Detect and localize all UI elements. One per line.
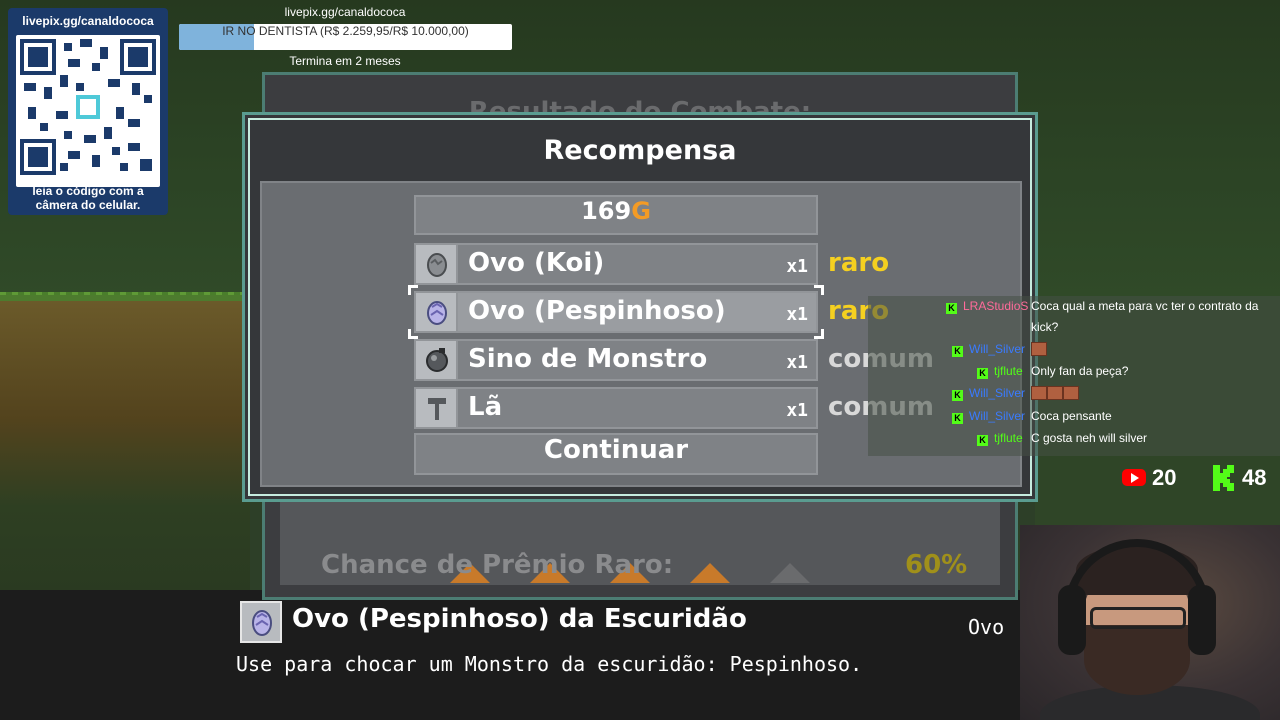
chat-message: K LRAStudioS: [946, 296, 1028, 316]
emote-icon: [1031, 386, 1047, 400]
goal-text: IR NO DENTISTA (R$ 2.259,95/R$ 10.000,00…: [222, 24, 469, 38]
goal-url: livepix.gg/canaldococa: [284, 5, 406, 19]
rank-arrow-icon: [690, 563, 730, 583]
gold-reward: 169G: [414, 195, 818, 235]
goal-progress-bar: IR NO DENTISTA (R$ 2.259,95/R$ 10.000,00…: [179, 24, 512, 50]
item-rarity: raro: [828, 248, 890, 278]
chat-message: K Will_Silver: [952, 383, 1025, 403]
chat-username: LRAStudioS: [963, 299, 1029, 313]
chat-message: Ktjflute: [977, 361, 1023, 381]
item-quantity: x1: [786, 400, 808, 421]
chat-username: Will_Silver: [969, 386, 1026, 400]
kick-icon: [1213, 465, 1234, 491]
bell-icon: [416, 341, 458, 379]
item-name: Ovo (Pespinhoso): [468, 296, 726, 326]
hammer-icon: [416, 389, 458, 427]
reward-item-ovo-koi[interactable]: Ovo (Koi) x1: [414, 243, 818, 285]
qr-code-icon: [20, 39, 156, 175]
selection-corner: [814, 285, 824, 295]
continue-button[interactable]: Continuar: [414, 433, 818, 475]
reward-item-ovo-pespinhoso[interactable]: Ovo (Pespinhoso) x1: [408, 285, 824, 339]
gold-amount: 169: [581, 197, 632, 225]
kick-badge-icon: K: [952, 413, 963, 424]
youtube-viewer-count: 20: [1152, 465, 1177, 490]
rank-arrow-empty-icon: [770, 563, 810, 583]
chat-message: K Will_Silver: [952, 339, 1025, 359]
chat-username: Will_Silver: [969, 342, 1026, 356]
egg-icon: [240, 601, 282, 643]
emote-icon: [1063, 386, 1079, 400]
emote-icon: [1047, 386, 1063, 400]
goal-ends: Termina em 2 meses: [289, 54, 401, 68]
egg-icon: [416, 293, 458, 331]
chat-message: Ktjflute: [977, 428, 1023, 448]
item-name: Lã: [468, 392, 503, 422]
item-quantity: x1: [786, 352, 808, 373]
item-description-title: Ovo (Pespinhoso) da Escuridão: [292, 604, 747, 634]
reward-item-la[interactable]: Lã x1: [414, 387, 818, 429]
youtube-icon: [1122, 469, 1146, 486]
kick-badge-icon: K: [977, 368, 988, 379]
rare-chance-label: Chance de Prêmio Raro:: [321, 550, 674, 580]
kick-badge-icon: K: [952, 390, 963, 401]
selection-corner: [814, 329, 824, 339]
chat-username: Will_Silver: [969, 409, 1026, 423]
chat-text: C gosta neh will silver: [1031, 431, 1148, 445]
chat-text: Only fan da peça?: [1031, 364, 1129, 378]
item-description-text: Use para chocar um Monstro da escuridão:…: [236, 652, 863, 676]
egg-icon: [416, 245, 458, 283]
item-quantity: x1: [786, 304, 808, 325]
kick-badge-icon: K: [946, 303, 957, 314]
viewer-counts: 20 48: [1120, 462, 1280, 494]
chat-panel: K LRAStudioS Coca qual a meta para vc ter…: [868, 296, 1280, 456]
emote-icon: [1031, 342, 1047, 356]
chat-emote: [1031, 383, 1079, 403]
kick-viewer-count: 48: [1242, 465, 1267, 490]
chat-username: tjflute: [994, 364, 1023, 378]
item-description-type: Ovo: [968, 615, 1005, 639]
webcam-feed: [1020, 525, 1280, 720]
selection-corner: [408, 329, 418, 339]
webcam-beard: [1084, 625, 1190, 695]
qr-caption: leia o código com a câmera do celular.: [8, 184, 168, 212]
chat-text: Coca pensante: [1031, 409, 1112, 423]
kick-badge-icon: K: [952, 346, 963, 357]
kick-badge-icon: K: [977, 435, 988, 446]
qr-url: livepix.gg/canaldococa: [22, 14, 154, 28]
gold-suffix: G: [631, 197, 651, 225]
selection-corner: [408, 285, 418, 295]
headphone-right: [1188, 585, 1216, 655]
chat-message: K Will_Silver: [952, 406, 1025, 426]
qr-card: livepix.gg/canaldococa leia o código com…: [8, 8, 168, 215]
item-name: Sino de Monstro: [468, 344, 708, 374]
chat-username: tjflute: [994, 431, 1023, 445]
reward-item-sino-de-monstro[interactable]: Sino de Monstro x1: [414, 339, 818, 381]
item-quantity: x1: [786, 256, 808, 277]
chat-text: kick?: [1031, 320, 1059, 334]
item-name: Ovo (Koi): [468, 248, 605, 278]
reward-title: Recompensa: [543, 135, 737, 166]
qr-caption-line1: leia o código com a: [32, 184, 144, 198]
qr-caption-line2: câmera do celular.: [35, 198, 141, 212]
headphone-left: [1058, 585, 1086, 655]
rare-chance-value: 60%: [905, 550, 968, 580]
chat-text: Coca qual a meta para vc ter o contrato …: [1031, 299, 1259, 313]
cliff-terrain: [0, 295, 250, 595]
chat-emote: [1031, 339, 1047, 359]
qr-code: [16, 35, 160, 187]
